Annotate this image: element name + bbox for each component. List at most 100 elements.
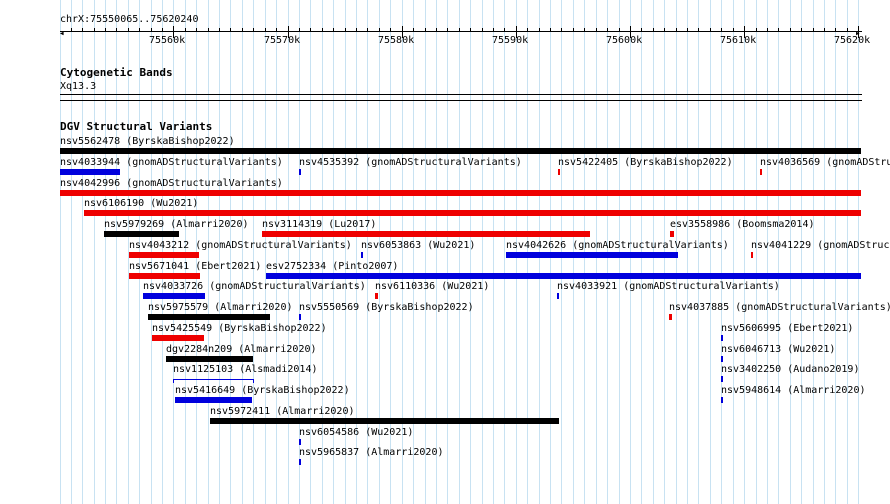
ruler-minor-tick	[721, 28, 722, 31]
variant-bar[interactable]	[210, 418, 559, 424]
variant-bar[interactable]	[721, 335, 723, 341]
variant-label[interactable]: nsv5975579 (Almarri2020)	[148, 302, 293, 313]
variant-label[interactable]: nsv4033726 (gnomADStructuralVariants)	[143, 281, 366, 292]
variant-label[interactable]: nsv6053863 (Wu2021)	[361, 240, 475, 251]
grid-line	[847, 0, 848, 504]
variant-bar[interactable]	[60, 190, 861, 196]
cytoband-name[interactable]: Xq13.3	[60, 81, 96, 92]
variant-label[interactable]: nsv5948614 (Almarri2020)	[721, 385, 866, 396]
ruler-minor-tick	[265, 28, 266, 31]
variant-bar[interactable]	[670, 231, 674, 237]
variant-bar[interactable]	[104, 231, 179, 237]
variant-label[interactable]: nsv6106190 (Wu2021)	[84, 198, 198, 209]
ruler-right-end: ▶	[856, 30, 860, 37]
variant-bar[interactable]	[557, 293, 559, 299]
ruler-minor-tick	[356, 28, 357, 31]
ruler-minor-tick	[94, 28, 95, 31]
variant-bar[interactable]	[60, 169, 120, 175]
variant-label[interactable]: nsv6110336 (Wu2021)	[375, 281, 489, 292]
genome-browser-view: chrX:75550065..75620240 75560k 75570k 7558…	[0, 0, 890, 504]
variant-bar[interactable]	[173, 379, 254, 383]
variant-bar[interactable]	[721, 376, 723, 382]
ruler-minor-tick	[824, 28, 825, 31]
variant-label[interactable]: esv2752334 (Pinto2007)	[266, 261, 398, 272]
grid-line	[744, 0, 745, 504]
variant-bar[interactable]	[721, 356, 723, 362]
variant-label[interactable]: nsv4033921 (gnomADStructuralVariants)	[557, 281, 780, 292]
ruler-minor-tick	[230, 28, 231, 31]
variant-bar[interactable]	[669, 314, 672, 320]
ruler-tick-label: 75570k	[264, 35, 301, 46]
variant-label[interactable]: nsv5422405 (ByrskaBishop2022)	[558, 157, 733, 168]
variant-bar[interactable]	[558, 169, 560, 175]
ruler-tick-label: 75580k	[378, 35, 415, 46]
ruler-minor-tick	[253, 28, 254, 31]
variant-bar[interactable]	[129, 273, 200, 279]
cytoband-bar-top[interactable]	[60, 94, 862, 95]
variant-bar[interactable]	[266, 273, 861, 279]
variant-label[interactable]: nsv5550569 (ByrskaBishop2022)	[299, 302, 474, 313]
grid-line	[835, 0, 836, 504]
ruler-minor-tick	[687, 28, 688, 31]
variant-bar[interactable]	[84, 210, 861, 216]
variant-label[interactable]: nsv5416649 (ByrskaBishop2022)	[175, 385, 350, 396]
ruler-minor-tick	[504, 28, 505, 31]
ruler-minor-tick	[139, 28, 140, 31]
variant-label[interactable]: nsv5562478 (ByrskaBishop2022)	[60, 136, 235, 147]
variant-label[interactable]: nsv5671041 (Ebert2021)	[129, 261, 261, 272]
variant-bar[interactable]	[760, 169, 762, 175]
variant-bar[interactable]	[262, 231, 590, 237]
variant-label[interactable]: nsv6046713 (Wu2021)	[721, 344, 835, 355]
variant-label[interactable]: nsv4043212 (gnomADStructuralVariants)	[129, 240, 352, 251]
variant-label[interactable]: nsv4033944 (gnomADStructuralVariants)	[60, 157, 283, 168]
variant-label[interactable]: esv3558986 (Boomsma2014)	[670, 219, 815, 230]
variant-bar[interactable]	[129, 252, 199, 258]
variant-bar[interactable]	[299, 459, 301, 465]
ruler-minor-tick	[128, 28, 129, 31]
grid-line	[504, 0, 505, 504]
ruler-minor-tick	[573, 28, 574, 31]
variant-bar[interactable]	[166, 356, 253, 362]
variant-label[interactable]: nsv4535392 (gnomADStructuralVariants)	[299, 157, 522, 168]
ruler-minor-tick	[482, 28, 483, 31]
variant-label[interactable]: nsv3114319 (Lu2017)	[262, 219, 376, 230]
grid-line	[824, 0, 825, 504]
variant-label[interactable]: nsv4042626 (gnomADStructuralVariants)	[506, 240, 729, 251]
variant-label[interactable]: nsv4036569 (gnomADStructuralVariants)	[760, 157, 890, 168]
ruler-minor-tick	[493, 28, 494, 31]
variant-bar[interactable]	[60, 148, 861, 154]
variant-label[interactable]: nsv5425549 (ByrskaBishop2022)	[152, 323, 327, 334]
variant-label[interactable]: nsv4041229 (gnomADStructuralVariants)	[751, 240, 890, 251]
ruler-minor-tick	[813, 28, 814, 31]
variant-bar[interactable]	[152, 335, 204, 341]
region-label: chrX:75550065..75620240	[60, 14, 199, 25]
variant-label[interactable]: nsv6054586 (Wu2021)	[299, 427, 413, 438]
variant-bar[interactable]	[148, 314, 270, 320]
variant-label[interactable]: dgv2284n209 (Almarri2020)	[166, 344, 317, 355]
grid-line	[756, 0, 757, 504]
ruler-minor-tick	[162, 28, 163, 31]
variant-label[interactable]: nsv5972411 (Almarri2020)	[210, 406, 355, 417]
ruler-tick-label: 75600k	[606, 35, 643, 46]
variant-label[interactable]: nsv5979269 (Almarri2020)	[104, 219, 249, 230]
variant-bar[interactable]	[299, 439, 301, 445]
grid-line	[767, 0, 768, 504]
variant-bar[interactable]	[721, 397, 723, 403]
variant-bar[interactable]	[143, 293, 205, 299]
variant-bar[interactable]	[751, 252, 753, 258]
ruler-minor-tick	[778, 28, 779, 31]
variant-bar[interactable]	[375, 293, 378, 299]
variant-bar[interactable]	[175, 397, 252, 403]
variant-bar[interactable]	[361, 252, 363, 258]
variant-label[interactable]: nsv5606995 (Ebert2021)	[721, 323, 853, 334]
variant-bar[interactable]	[299, 169, 301, 175]
variant-label[interactable]: nsv5965837 (Almarri2020)	[299, 447, 444, 458]
variant-bar[interactable]	[299, 314, 301, 320]
variant-bar[interactable]	[506, 252, 678, 258]
grid-line	[721, 0, 722, 504]
variant-label[interactable]: nsv4037885 (gnomADStructuralVariants)	[669, 302, 890, 313]
ruler-minor-tick	[596, 28, 597, 31]
variant-label[interactable]: nsv4042996 (gnomADStructuralVariants)	[60, 178, 283, 189]
variant-label[interactable]: nsv3402250 (Audano2019)	[721, 364, 859, 375]
variant-label[interactable]: nsv1125103 (Alsmadi2014)	[173, 364, 318, 375]
